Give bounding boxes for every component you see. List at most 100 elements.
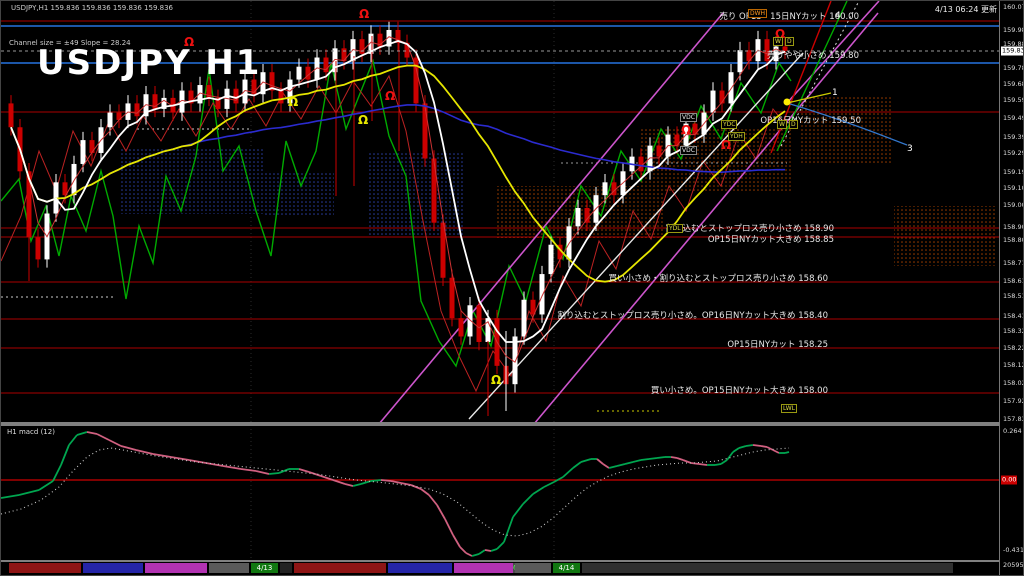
candle (639, 157, 644, 172)
sell-omega-icon: Ω (385, 89, 395, 103)
candle (540, 274, 545, 314)
price-axis-label: 158.320 (1003, 327, 1024, 335)
macd-line (691, 463, 699, 464)
chart-window: ΩΩΩΩΩΩΩΩΩ134 USDJPY,H1 159.836 159.836 1… (0, 0, 1024, 576)
macd-line (633, 460, 641, 462)
macd-line (241, 469, 256, 471)
candle (297, 67, 302, 80)
candle (729, 72, 734, 103)
candle (234, 89, 239, 104)
pivot-tag-ydh: YDH (728, 132, 745, 141)
op-level-annotation: OP16日NYカット 159.50 (760, 114, 861, 126)
pivot-tag-vdc: VDC (680, 146, 697, 155)
chart-canvas[interactable]: ΩΩΩΩΩΩΩΩΩ134 (1, 1, 1024, 576)
macd-line (136, 450, 153, 454)
price-axis-label: 159.490 (1003, 114, 1024, 122)
op-level-annotation: OP15日NYカット大きめ 158.85 (708, 233, 834, 245)
macd-line (77, 432, 87, 435)
price-axis-label: 158.415 (1003, 312, 1024, 320)
macd-line (401, 483, 411, 485)
macd-line (753, 445, 761, 446)
price-axis-label: 160.075 (1003, 3, 1024, 11)
macd-line (513, 504, 523, 517)
macd-line (472, 554, 479, 556)
candle (549, 245, 554, 274)
macd-indicator-label: H1 macd (12) (7, 428, 55, 436)
sell-omega-icon: Ω (681, 123, 691, 137)
price-axis-label: 158.515 (1003, 292, 1024, 300)
session-segment (582, 563, 953, 573)
pivot-tag-d: D (785, 37, 794, 46)
macd-line (97, 434, 109, 440)
session-segment (145, 563, 207, 573)
macd-line (256, 471, 269, 474)
macd-line (715, 464, 721, 465)
macd-line (279, 469, 289, 473)
price-axis[interactable]: 160.075159.980159.880159.785159.685159.5… (999, 1, 1024, 576)
symbol-ohlc-readout: USDJPY,H1 159.836 159.836 159.836 159.83… (11, 4, 173, 12)
price-axis-label: 159.785 (1003, 64, 1024, 72)
price-axis-label: 159.100 (1003, 184, 1024, 192)
pivot-tag-dwh: DWH (748, 9, 767, 18)
pivot-tag-w: W (777, 120, 787, 129)
trendline-number-label: 3 (907, 144, 913, 154)
candle (36, 237, 41, 259)
candle (342, 48, 347, 61)
buy-omega-icon: Ω (491, 373, 501, 387)
macd-line (699, 464, 707, 465)
price-axis-label: 159.295 (1003, 149, 1024, 157)
macd-line (761, 446, 767, 447)
candle (9, 103, 14, 127)
candle (306, 67, 311, 80)
candle (450, 278, 455, 318)
candle (135, 103, 140, 116)
macd-line (683, 460, 691, 463)
macd-line (466, 553, 472, 556)
panel-separator[interactable] (1, 422, 1024, 426)
macd-line (479, 550, 485, 554)
price-axis-label: 158.610 (1003, 277, 1024, 285)
macd-line (573, 462, 581, 468)
macd-line (421, 489, 429, 495)
candle (108, 113, 113, 128)
buy-omega-icon: Ω (288, 95, 298, 109)
candle (477, 305, 482, 342)
macd-line (746, 445, 753, 446)
macd-line (371, 480, 381, 481)
macd-line (171, 457, 189, 460)
price-axis-label: 158.905 (1003, 223, 1024, 231)
macd-line (429, 495, 437, 505)
candle (585, 208, 590, 223)
price-axis-label: 157.925 (1003, 397, 1024, 405)
macd-line (153, 454, 171, 457)
session-segment (515, 563, 551, 573)
macd-line (345, 484, 353, 486)
buy-omega-icon: Ω (358, 113, 368, 127)
bottom-separator[interactable] (1, 560, 1024, 562)
op-level-annotation: 割り込むとストップロス売り小さめ。OP16日NYカット大きめ 158.40 (557, 309, 828, 321)
candle (738, 50, 743, 72)
candle (459, 318, 464, 336)
pivot-tag-lwl: LWL (781, 404, 797, 413)
macd-line (739, 446, 746, 448)
macd-line (504, 517, 513, 542)
timeline-date-label: 4/14 (553, 563, 580, 573)
watermark: USDJPY H1 (37, 43, 261, 83)
session-segment (294, 563, 386, 573)
macd-line (453, 535, 460, 547)
macd-line (381, 480, 391, 481)
candle (432, 158, 437, 222)
session-segment (454, 563, 513, 573)
candle (243, 80, 248, 104)
session-segment (209, 563, 249, 573)
macd-line (87, 432, 97, 434)
candle (90, 140, 95, 153)
macd-axis-label: 0.264 (1003, 427, 1022, 435)
candle (513, 336, 518, 384)
macd-line (603, 464, 609, 468)
macd-line (269, 473, 279, 474)
op-level-annotation: 売りやや小さめ 159.80 (767, 49, 859, 61)
candle (711, 91, 716, 113)
session-segment (280, 563, 292, 573)
sell-omega-icon: Ω (359, 7, 369, 21)
